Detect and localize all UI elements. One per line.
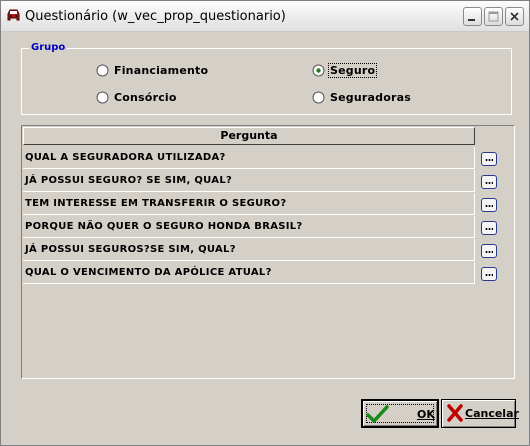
cancel-label: Cancelar — [465, 407, 519, 420]
questionario-window: Questionário (w_vec_prop_questionario) G… — [0, 0, 530, 446]
ellipsis-icon — [485, 251, 493, 253]
ellipsis-button[interactable] — [481, 221, 497, 235]
table-row[interactable]: QUAL O VENCIMENTO DA APÓLICE ATUAL? — [23, 262, 497, 285]
ellipsis-button[interactable] — [481, 244, 497, 258]
grupo-label: Grupo — [29, 42, 68, 53]
minimize-icon — [468, 19, 475, 21]
cancel-x-icon — [447, 404, 463, 422]
checkmark-icon — [366, 405, 389, 423]
grupo-groupbox — [21, 48, 512, 115]
radio-unchecked-icon — [96, 91, 109, 104]
pergunta-cell[interactable]: PORQUE NÃO QUER O SEGURO HONDA BRASIL? — [23, 216, 475, 238]
ellipsis-button[interactable] — [481, 175, 497, 189]
table-row[interactable]: PORQUE NÃO QUER O SEGURO HONDA BRASIL? — [23, 216, 497, 239]
ellipsis-button[interactable] — [481, 267, 497, 281]
ellipsis-icon — [485, 205, 493, 207]
ellipsis-icon — [485, 159, 493, 161]
radio-checked-icon — [312, 64, 325, 77]
car-front-icon — [7, 9, 20, 21]
table-row[interactable]: JÁ POSSUI SEGURO? SE SIM, QUAL? — [23, 170, 497, 193]
ellipsis-icon — [485, 228, 493, 230]
radio-unchecked-icon — [312, 91, 325, 104]
window-title: Questionário (w_vec_prop_questionario) — [25, 9, 286, 24]
ellipsis-icon — [485, 182, 493, 184]
ellipsis-icon — [485, 274, 493, 276]
radio-label: Seguradoras — [330, 91, 411, 104]
radio-label: Financiamento — [114, 64, 209, 77]
pergunta-cell[interactable]: JÁ POSSUI SEGURO? SE SIM, QUAL? — [23, 170, 475, 192]
radio-unchecked-icon — [96, 64, 109, 77]
radio-label-wrap: Seguro — [328, 63, 378, 78]
pergunta-cell[interactable]: JÁ POSSUI SEGUROS?SE SIM, QUAL? — [23, 239, 475, 261]
pergunta-cell[interactable]: QUAL O VENCIMENTO DA APÓLICE ATUAL? — [23, 262, 475, 284]
table-row[interactable]: QUAL A SEGURADORA UTILIZADA? — [23, 147, 497, 170]
close-button[interactable] — [505, 7, 524, 26]
pergunta-grid[interactable]: Pergunta QUAL A SEGURADORA UTILIZADA? JÁ… — [21, 125, 515, 379]
radio-label: Consórcio — [114, 91, 177, 104]
pergunta-cell[interactable]: TEM INTERESSE EM TRANSFERIR O SEGURO? — [23, 193, 475, 215]
radio-label: Seguro — [328, 63, 378, 78]
minimize-button[interactable] — [463, 7, 482, 26]
maximize-button[interactable] — [484, 7, 503, 26]
close-icon — [510, 12, 519, 21]
ok-button[interactable]: OK — [361, 399, 439, 428]
maximize-icon — [488, 11, 499, 22]
ok-label: OK — [417, 408, 435, 421]
table-row[interactable]: JÁ POSSUI SEGUROS?SE SIM, QUAL? — [23, 239, 497, 262]
ellipsis-button[interactable] — [481, 198, 497, 212]
pergunta-cell[interactable]: QUAL A SEGURADORA UTILIZADA? — [23, 147, 475, 169]
cancel-button[interactable]: Cancelar — [441, 399, 519, 428]
grid-header-pergunta[interactable]: Pergunta — [23, 127, 475, 145]
table-row[interactable]: TEM INTERESSE EM TRANSFERIR O SEGURO? — [23, 193, 497, 216]
ellipsis-button[interactable] — [481, 152, 497, 166]
title-bar[interactable]: Questionário (w_vec_prop_questionario) — [1, 1, 529, 32]
